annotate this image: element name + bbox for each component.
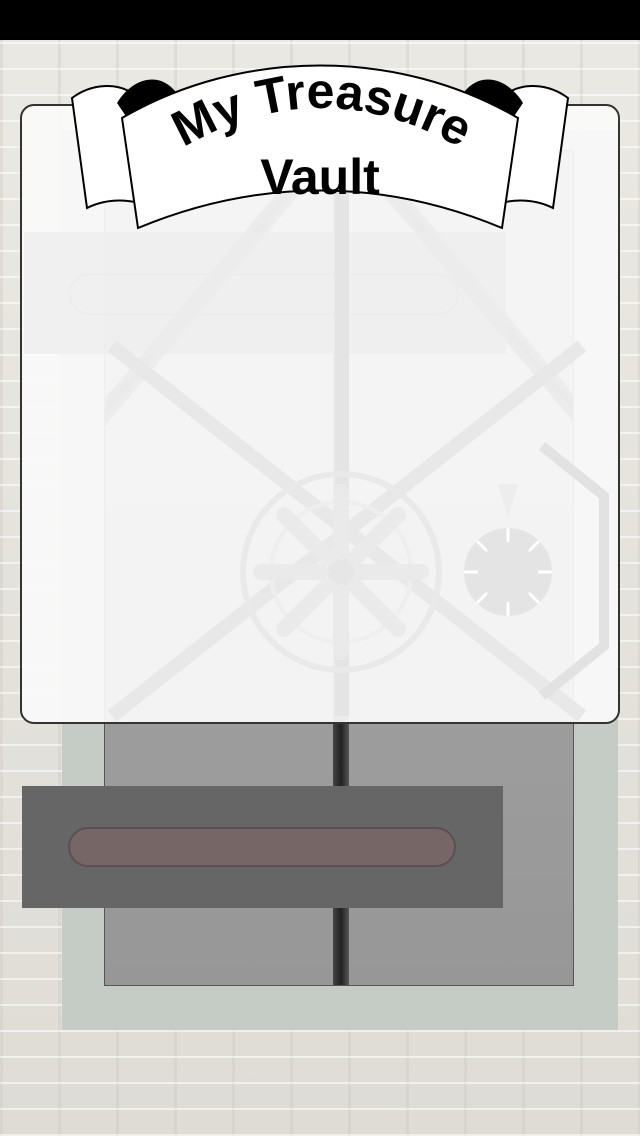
status-bar [0, 0, 640, 40]
dial-icon[interactable] [464, 484, 552, 616]
svg-text:My Treasure: My Treasure [163, 63, 482, 158]
wheel-icon[interactable] [240, 471, 442, 673]
door-slot[interactable] [68, 827, 456, 867]
page-title: My Treasure Vault [163, 63, 482, 205]
title-line1: My Treasure [163, 63, 482, 158]
title-line2: Vault [260, 149, 380, 205]
